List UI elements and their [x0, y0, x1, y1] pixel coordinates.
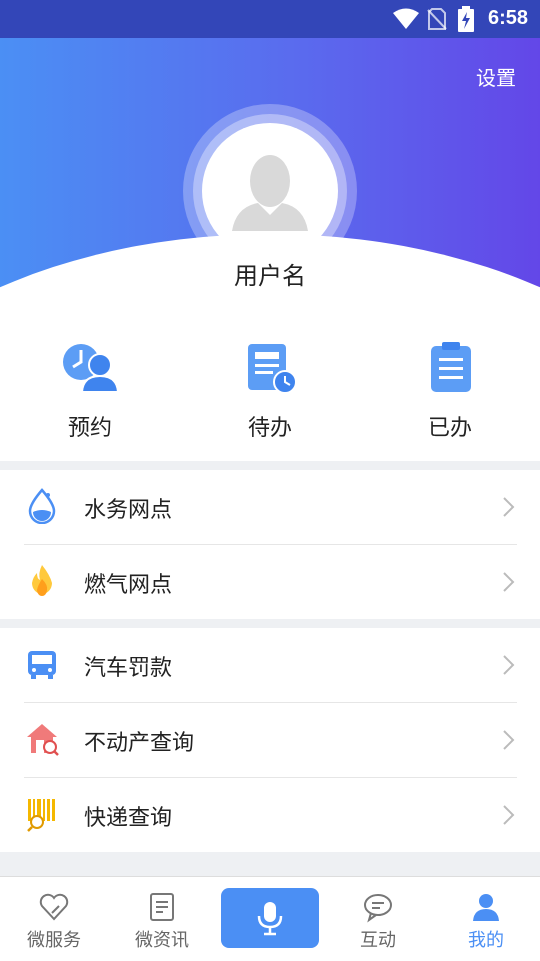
quick-action-appointment[interactable]: 预约: [0, 336, 180, 446]
clock-time: 6:58: [487, 7, 528, 29]
no-sim-icon: [427, 8, 447, 30]
battery-charging-icon: [458, 6, 474, 32]
clock-user-icon: [63, 344, 120, 393]
quick-action-label: 已办: [427, 416, 472, 441]
list-item-real-estate[interactable]: 不动产查询: [0, 703, 540, 777]
water-drop-icon: [28, 488, 56, 524]
house-search-icon: [27, 724, 59, 756]
voice-button[interactable]: [221, 888, 319, 948]
list-item-label: 燃气网点: [84, 573, 173, 598]
chevron-right-icon: [503, 497, 515, 517]
chevron-right-icon: [503, 572, 515, 592]
status-bar: 6:58: [0, 0, 540, 38]
quick-action-todo[interactable]: 待办: [180, 336, 360, 446]
tab-label: 微服务: [27, 930, 81, 951]
list-item-label: 不动产查询: [84, 731, 195, 756]
tab-label: 我的: [468, 930, 504, 951]
chat-bubble-icon: [364, 894, 392, 923]
tab-label: 微资讯: [135, 930, 189, 951]
clipboard-icon: [431, 342, 471, 392]
microphone-icon: [257, 902, 283, 936]
tab-micro-news[interactable]: 微资讯: [108, 877, 216, 961]
list-item-label: 快递查询: [84, 806, 173, 831]
section-divider: [0, 461, 540, 470]
section-divider: [0, 619, 540, 628]
flame-icon: [32, 565, 52, 596]
quick-action-label: 预约: [67, 416, 112, 441]
user-avatar-icon: [232, 155, 308, 231]
list-item-water[interactable]: 水务网点: [0, 470, 540, 544]
document-icon: [150, 893, 174, 921]
barcode-search-icon: [27, 799, 55, 832]
tab-interaction[interactable]: 互动: [324, 877, 432, 961]
person-icon: [473, 894, 499, 921]
list-item-label: 水务网点: [84, 498, 173, 523]
chevron-right-icon: [503, 805, 515, 825]
chevron-right-icon: [503, 655, 515, 675]
tab-mine[interactable]: 我的: [432, 877, 540, 961]
chevron-right-icon: [503, 730, 515, 750]
list-item-gas[interactable]: 燃气网点: [0, 545, 540, 619]
tab-label: 互动: [360, 930, 396, 951]
wifi-icon: [393, 8, 419, 29]
list-item-car-fine[interactable]: 汽车罚款: [0, 628, 540, 702]
tab-micro-service[interactable]: 微服务: [0, 877, 108, 961]
quick-action-label: 待办: [247, 416, 292, 441]
avatar[interactable]: [202, 123, 338, 259]
list-item-label: 汽车罚款: [84, 656, 173, 681]
username: 用户名: [234, 262, 306, 290]
quick-action-done[interactable]: 已办: [360, 336, 540, 446]
section-divider: [0, 852, 540, 876]
heart-icon: [39, 893, 69, 921]
bus-icon: [28, 651, 56, 679]
document-clock-icon: [248, 344, 297, 394]
list-item-express[interactable]: 快递查询: [0, 778, 540, 852]
settings-link[interactable]: 设置: [476, 62, 516, 91]
